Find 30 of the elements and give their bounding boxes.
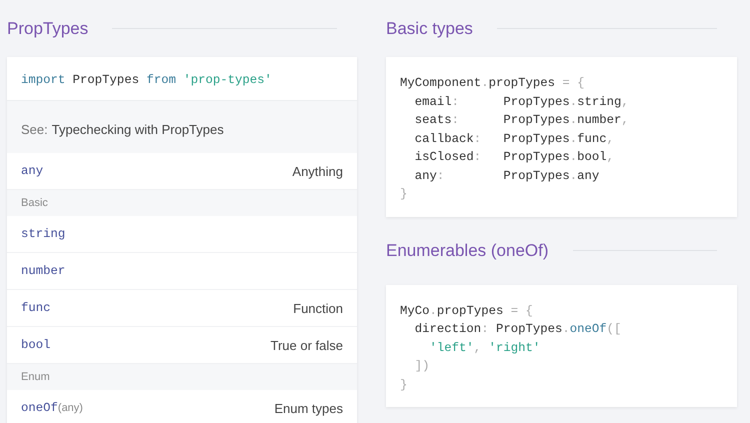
code-line: any: PropTypes.any: [414, 168, 600, 184]
type-name: number: [21, 264, 66, 278]
section-heading: Basic types: [386, 18, 473, 38]
type-name: any: [21, 164, 44, 178]
type-description: Anything: [292, 164, 343, 178]
type-name: oneOf(any): [21, 401, 83, 415]
section-heading: PropTypes: [7, 18, 88, 38]
note-label: See:: [21, 122, 48, 137]
code-line: direction: PropTypes.oneOf([: [414, 321, 622, 338]
section-label: Enum: [21, 371, 50, 383]
code-line: isClosed: PropTypes.bool,: [414, 149, 616, 166]
type-description: Enum types: [274, 400, 343, 416]
docs-link[interactable]: Typechecking with PropTypes: [52, 122, 224, 137]
code-line: callback: PropTypes.func,: [414, 130, 616, 148]
code-line: }: [400, 186, 408, 203]
code-line: MyComponent.propTypes = {: [400, 75, 586, 92]
code-line: ]): [414, 358, 431, 375]
code-line: }: [400, 376, 408, 394]
code-line: import PropTypes from 'prop-types': [21, 72, 273, 89]
type-description: True or false: [270, 338, 343, 352]
code-line: email: PropTypes.string,: [414, 94, 630, 110]
type-name: bool: [21, 338, 51, 352]
type-name: func: [21, 301, 51, 315]
type-name: string: [21, 227, 66, 241]
code-line: seats: PropTypes.number,: [414, 112, 630, 129]
type-description: Function: [293, 300, 343, 316]
code-line: MyCo.propTypes = {: [400, 302, 534, 320]
section-label: Basic: [21, 197, 48, 209]
code-line: 'left', 'right': [428, 340, 542, 356]
section-heading: Enumerables (oneOf): [386, 240, 549, 260]
